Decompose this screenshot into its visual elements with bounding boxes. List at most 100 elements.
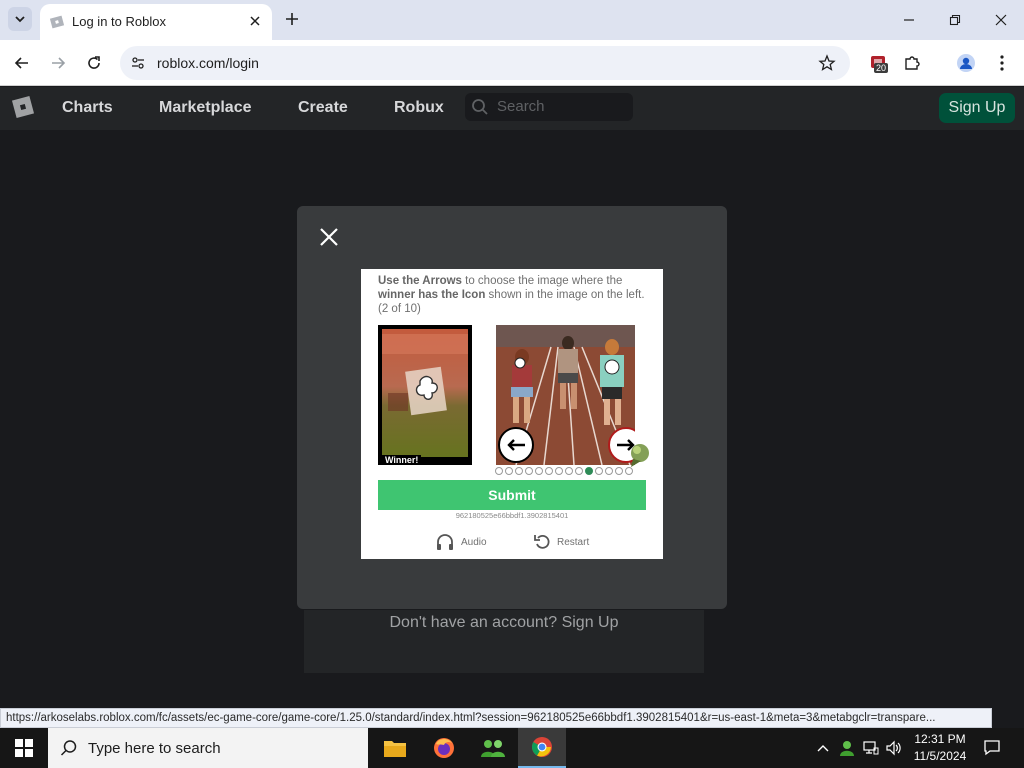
signup-panel: Don't have an account? Sign Up xyxy=(304,610,704,673)
restore-icon xyxy=(949,14,961,26)
progress-dot xyxy=(545,467,553,475)
tab-title: Log in to Roblox xyxy=(72,14,166,29)
progress-dot xyxy=(555,467,563,475)
speaker-icon xyxy=(886,740,901,756)
progress-dot xyxy=(575,467,583,475)
taskbar: Type here to search 12:31 PM 11/5/2024 xyxy=(0,728,1024,768)
minimize-button[interactable] xyxy=(897,8,921,32)
roblox-header: Charts Marketplace Create Robux Search S… xyxy=(0,87,1024,130)
chevron-down-icon xyxy=(15,16,25,23)
nav-marketplace[interactable]: Marketplace xyxy=(159,99,252,117)
notifications-button[interactable] xyxy=(982,737,1002,757)
progress-dot xyxy=(565,467,573,475)
extension-button[interactable]: 20 xyxy=(866,51,890,75)
extension-badge: 20 xyxy=(874,63,889,73)
arrow-right-icon xyxy=(52,57,66,69)
volume-icon[interactable] xyxy=(884,738,902,758)
progress-dot xyxy=(495,467,503,475)
prev-arrow-button[interactable] xyxy=(498,427,534,463)
firefox-app[interactable] xyxy=(420,728,468,768)
progress-dot xyxy=(615,467,623,475)
signup-prompt[interactable]: Don't have an account? Sign Up xyxy=(304,614,704,632)
progress-dot xyxy=(585,467,593,475)
session-id: 962180525e66bbdf1.3902815401 xyxy=(455,511,569,520)
site-settings-icon xyxy=(132,57,144,69)
clock-date: 11/5/2024 xyxy=(913,749,967,763)
puzzle-icon xyxy=(905,56,920,70)
clock-time: 12:31 PM xyxy=(914,732,966,746)
network-icon xyxy=(863,741,879,755)
audio-label: Audio xyxy=(461,536,487,548)
users-icon xyxy=(481,740,505,757)
reference-photo xyxy=(382,329,468,457)
winner-label: Winner! xyxy=(382,455,422,465)
restart-label: Restart xyxy=(557,536,590,548)
tray-people-icon[interactable] xyxy=(838,738,856,758)
search-placeholder: Search xyxy=(497,98,545,115)
user-status-icon xyxy=(840,741,854,756)
url-text: roblox.com/login xyxy=(157,55,259,71)
forward-button[interactable] xyxy=(46,51,70,75)
browser-toolbar: roblox.com/login 20 xyxy=(0,40,1024,86)
file-explorer-app[interactable] xyxy=(371,728,419,768)
back-button[interactable] xyxy=(10,51,34,75)
header-signup-button[interactable]: Sign Up xyxy=(939,93,1015,123)
folder-icon xyxy=(384,741,406,757)
reload-icon xyxy=(88,56,100,69)
progress-dot xyxy=(595,467,603,475)
kebab-menu-icon xyxy=(1000,55,1004,71)
reference-image: Winner! xyxy=(378,325,472,465)
tray-overflow-button[interactable] xyxy=(814,738,832,758)
windows-logo-icon xyxy=(15,739,33,757)
profile-avatar-icon xyxy=(957,54,975,72)
browser-menu-button[interactable] xyxy=(990,51,1014,75)
network-icon[interactable] xyxy=(862,738,880,758)
search-input[interactable]: Search xyxy=(465,93,633,121)
start-button[interactable] xyxy=(0,728,48,768)
modal-close-icon[interactable] xyxy=(318,226,340,248)
progress-dots xyxy=(495,467,633,475)
roblox-logo-icon[interactable] xyxy=(11,95,35,119)
roblox-favicon-icon xyxy=(49,15,65,29)
close-icon xyxy=(250,16,260,26)
notification-icon xyxy=(984,740,1000,756)
extensions-menu-button[interactable] xyxy=(900,51,924,75)
arrow-left-icon xyxy=(14,57,28,69)
minimize-icon xyxy=(904,19,914,21)
people-app[interactable] xyxy=(469,728,517,768)
status-url: https://arkoselabs.roblox.com/fc/assets/… xyxy=(0,708,992,728)
captcha-frame: Use the Arrows to choose the image where… xyxy=(361,269,663,559)
taskbar-search-input[interactable]: Type here to search xyxy=(48,728,368,768)
tab-search-button[interactable] xyxy=(8,7,32,31)
progress-dot xyxy=(625,467,633,475)
chrome-app[interactable] xyxy=(518,728,566,768)
new-tab-button[interactable] xyxy=(282,9,302,29)
browser-tab-bar: Log in to Roblox xyxy=(0,0,1024,40)
close-icon xyxy=(995,14,1007,26)
headphones-icon xyxy=(437,534,453,550)
bookmark-star-icon[interactable] xyxy=(818,54,836,72)
arrow-left-icon xyxy=(507,439,525,451)
window-close-button[interactable] xyxy=(989,8,1013,32)
profile-button[interactable] xyxy=(954,51,978,75)
candidate-image xyxy=(496,325,635,465)
reload-button[interactable] xyxy=(82,51,106,75)
progress-dot xyxy=(605,467,613,475)
verification-modal: Use the Arrows to choose the image where… xyxy=(297,206,727,609)
progress-dot xyxy=(525,467,533,475)
browser-tab[interactable]: Log in to Roblox xyxy=(40,4,272,40)
tab-close-button[interactable] xyxy=(246,12,264,30)
taskbar-clock[interactable]: 12:31 PM 11/5/2024 xyxy=(906,731,974,765)
nav-create[interactable]: Create xyxy=(298,99,348,117)
nav-charts[interactable]: Charts xyxy=(62,99,113,117)
submit-button[interactable]: Submit xyxy=(378,480,646,510)
address-bar[interactable]: roblox.com/login xyxy=(120,46,850,80)
restart-icon xyxy=(534,534,550,549)
restore-button[interactable] xyxy=(943,8,967,32)
plus-icon xyxy=(286,13,298,25)
search-icon xyxy=(472,99,488,115)
audio-button[interactable]: Audio xyxy=(435,531,487,553)
nav-robux[interactable]: Robux xyxy=(394,99,444,117)
restart-button[interactable]: Restart xyxy=(533,531,589,553)
progress-dot xyxy=(505,467,513,475)
